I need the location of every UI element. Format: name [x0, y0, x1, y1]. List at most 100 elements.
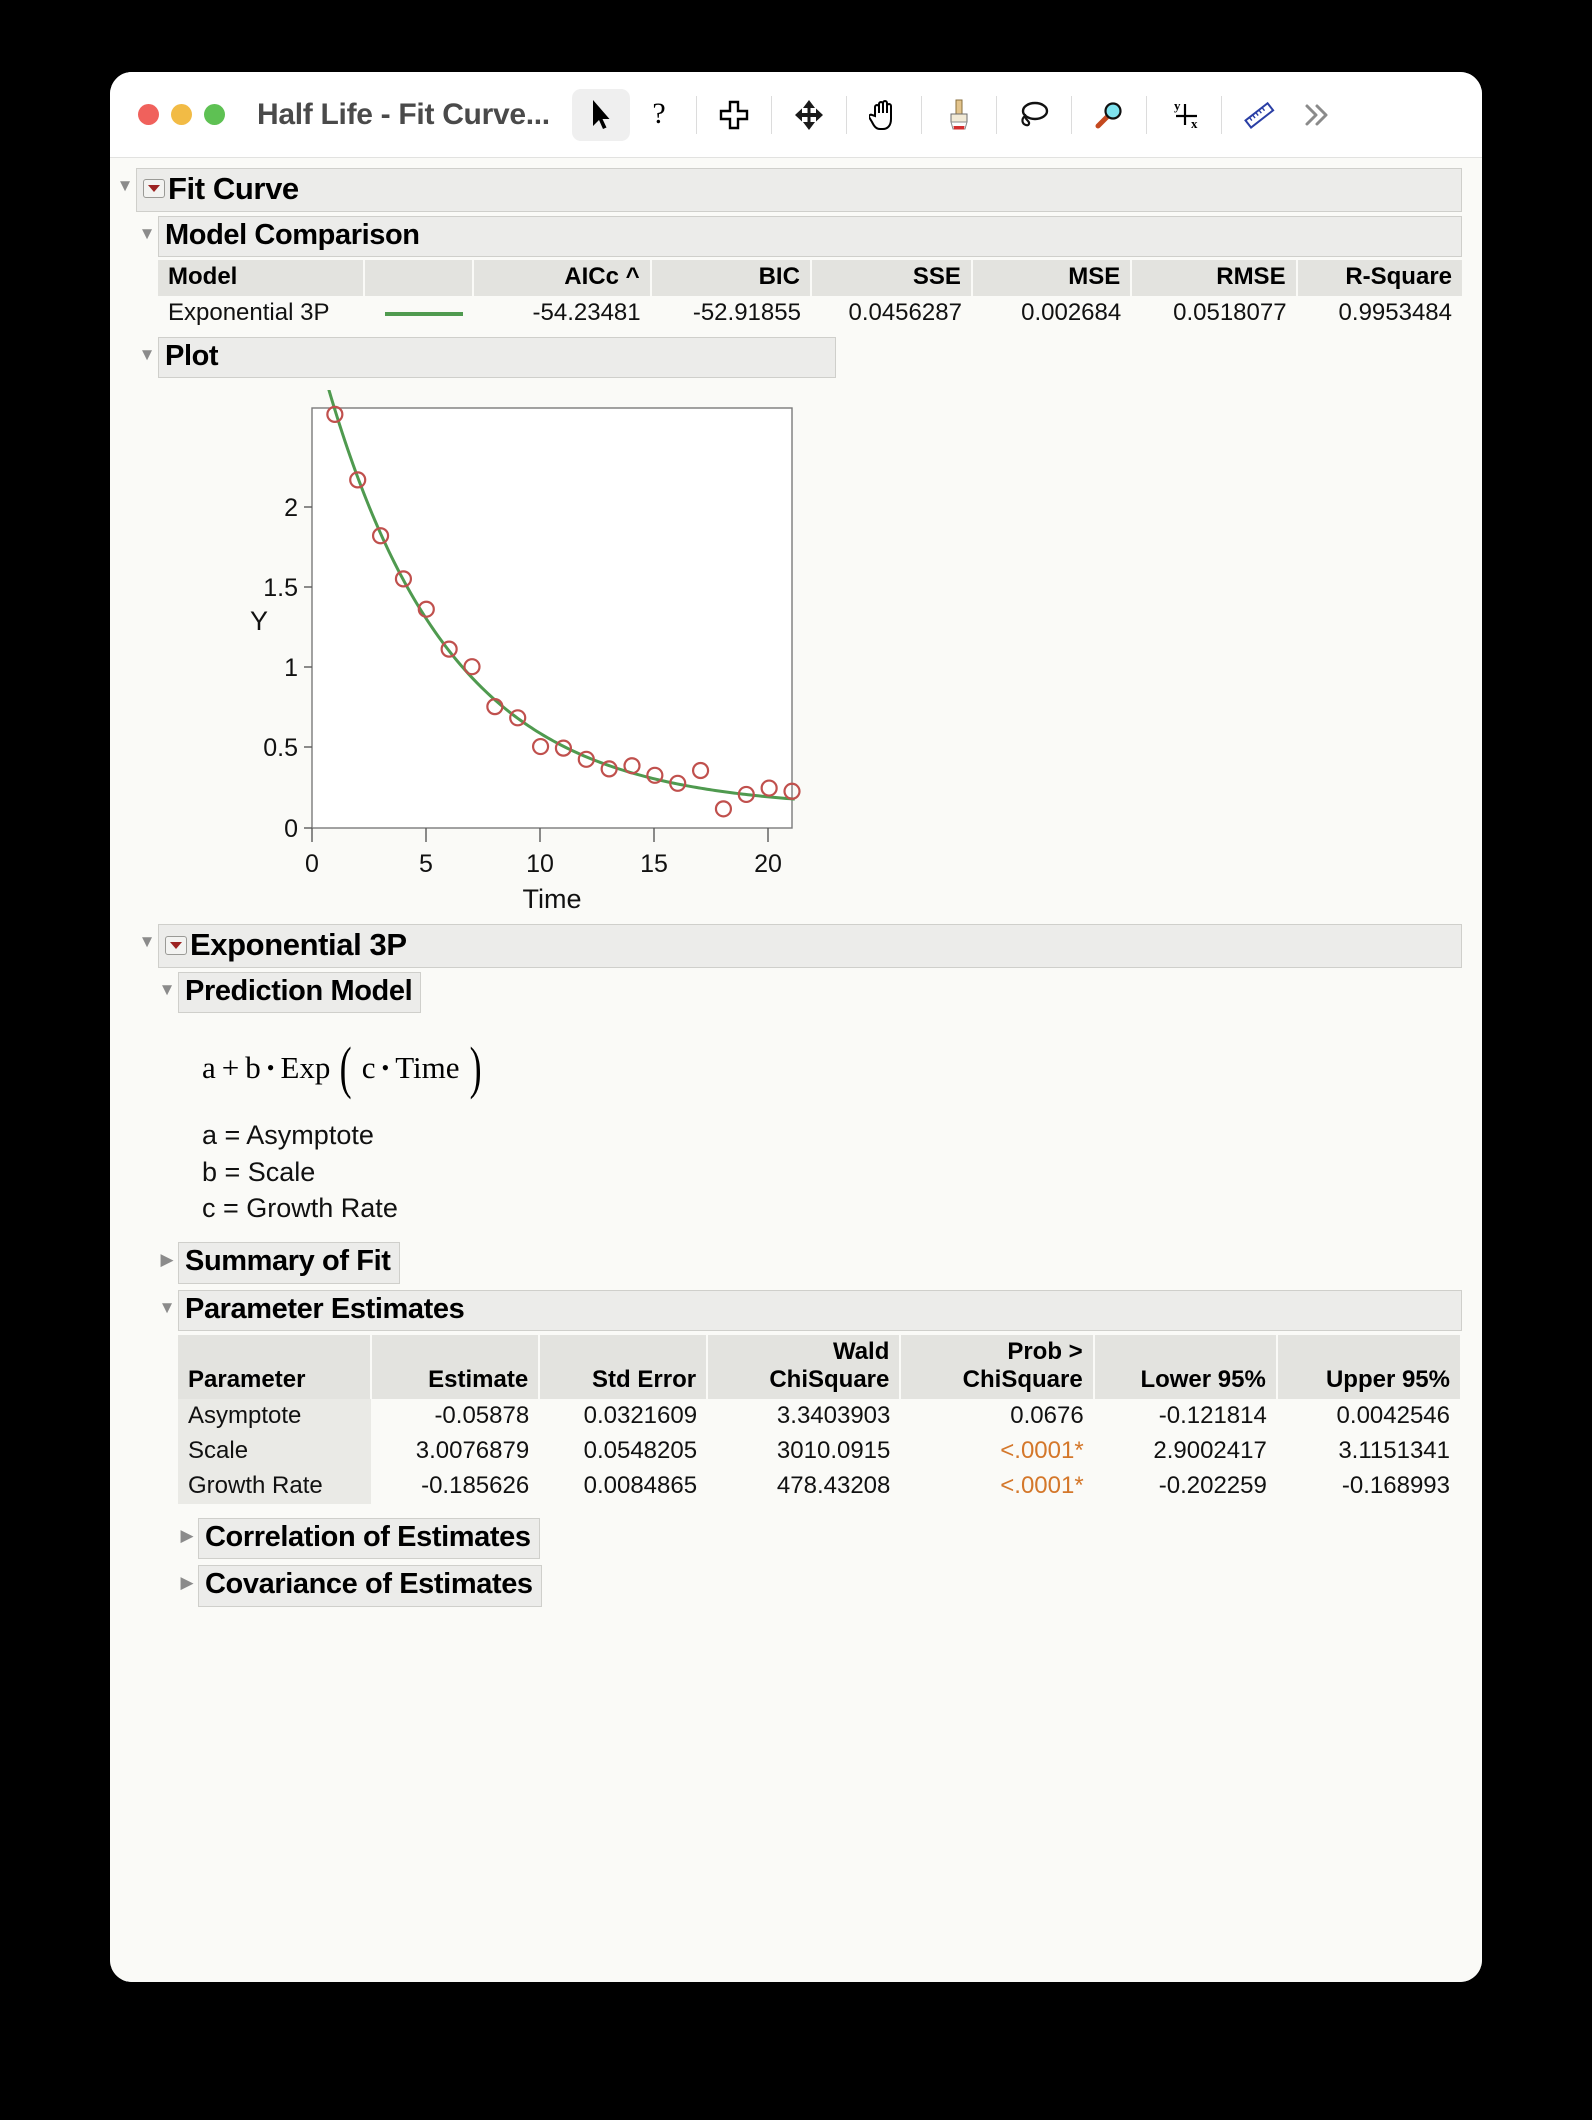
svg-text:20: 20 [754, 850, 782, 878]
cell-parameter: Scale [178, 1434, 372, 1470]
parameter-estimates-bar[interactable]: Parameter Estimates [178, 1289, 1462, 1332]
col-bic[interactable]: BIC [649, 259, 811, 296]
disclosure-triangle-plot[interactable]: ▼ [136, 337, 158, 363]
col-upper95-label: Upper 95% [1325, 1366, 1450, 1394]
cell-estimate: -0.185626 [371, 1469, 540, 1505]
question-help-tool[interactable]: ? [630, 89, 688, 141]
correlation-of-estimates-bar[interactable]: Correlation of Estimates [198, 1518, 540, 1560]
col-sse[interactable]: SSE [809, 259, 972, 296]
col-std-error[interactable]: Std Error [538, 1335, 708, 1400]
window-titlebar: Half Life - Fit Curve... ? y x [110, 72, 1482, 158]
definition-c: c = Growth Rate [202, 1192, 398, 1223]
col-rsquare[interactable]: R-Square [1295, 259, 1462, 296]
plot-bar[interactable]: Plot [158, 336, 836, 379]
definition-b: b = Scale [202, 1156, 316, 1187]
svg-text:2: 2 [284, 494, 298, 522]
cell-upper95: -0.168993 [1276, 1469, 1460, 1505]
formula-part-b: b [245, 1050, 261, 1086]
col-parameter-label: Parameter [188, 1366, 306, 1394]
magnifier-tool[interactable] [1080, 89, 1138, 141]
table-row[interactable]: Growth Rate -0.185626 0.0084865 478.4320… [178, 1469, 1460, 1505]
zoom-window-button[interactable] [204, 104, 225, 125]
disclosure-triangle-summary-of-fit[interactable]: ▶ [156, 1242, 178, 1268]
disclosure-triangle-model-comparison[interactable]: ▼ [136, 216, 158, 242]
prediction-model-formula: a + b • Exp ( c • Time ) [202, 1035, 1482, 1101]
cell-estimate: 3.0076879 [371, 1434, 540, 1470]
disclosure-triangle-exponential-3p[interactable]: ▼ [136, 924, 158, 950]
table-row[interactable]: Scale 3.0076879 0.0548205 3010.0915 <.00… [178, 1434, 1460, 1470]
crosshair-plus-tool[interactable] [705, 89, 763, 141]
x-tick-labels: 0 5 10 15 20 [305, 850, 782, 878]
col-estimate-label: Estimate [428, 1366, 529, 1394]
svg-text:0.5: 0.5 [263, 734, 298, 762]
toolbar-separator [770, 95, 772, 134]
x-axis [311, 828, 769, 843]
move-arrows-tool[interactable] [780, 89, 838, 141]
col-upper95[interactable]: Upper 95% [1275, 1335, 1460, 1400]
yx-crosshair-tool[interactable]: y x [1155, 89, 1213, 141]
toolbar-separator [695, 95, 697, 134]
col-estimate[interactable]: Estimate [370, 1335, 540, 1400]
svg-text:15: 15 [640, 850, 668, 878]
formula-part-dot2: • [381, 1055, 390, 1081]
parameter-definitions: a = Asymptote b = Scale c = Growth Rate [202, 1117, 1482, 1226]
col-model[interactable]: Model [158, 259, 365, 296]
disclosure-triangle-parameter-estimates[interactable]: ▼ [156, 1290, 178, 1316]
model-comparison-bar[interactable]: Model Comparison [158, 215, 1462, 257]
col-parameter[interactable]: Parameter [178, 1335, 372, 1400]
traffic-lights [138, 104, 225, 125]
col-lower95-label: Lower 95% [1140, 1366, 1266, 1394]
cell-lower95: -0.121814 [1093, 1399, 1277, 1435]
disclosure-triangle-covariance-of-estimates[interactable]: ▶ [176, 1565, 198, 1591]
col-mse[interactable]: MSE [970, 259, 1132, 296]
exponential-3p-bar[interactable]: Exponential 3P [158, 924, 1462, 968]
table-row[interactable]: Asymptote -0.05878 0.0321609 3.3403903 0… [178, 1399, 1460, 1435]
hand-grabber-tool[interactable] [855, 89, 913, 141]
col-prob-chisquare[interactable]: Prob > ChiSquare [899, 1335, 1094, 1400]
cell-std-error: 0.0084865 [539, 1469, 708, 1505]
covariance-of-estimates-bar[interactable]: Covariance of Estimates [198, 1565, 542, 1607]
col-wald-line2: ChiSquare [769, 1366, 890, 1394]
outline-summary-of-fit: ▶ Summary of Fit [156, 1242, 536, 1284]
outline-fit-curve: ▼ Fit Curve [114, 168, 1462, 212]
overflow-chevrons[interactable] [1288, 89, 1346, 141]
minimize-window-button[interactable] [171, 104, 192, 125]
summary-of-fit-bar[interactable]: Summary of Fit [178, 1242, 400, 1284]
formula-part-exp: Exp [280, 1050, 331, 1086]
disclosure-triangle-prediction-model[interactable]: ▼ [156, 972, 178, 998]
cell-estimate: -0.05878 [371, 1399, 540, 1435]
svg-text:x: x [1191, 116, 1198, 131]
svg-text:?: ? [652, 98, 665, 130]
paintbrush-tool[interactable] [930, 89, 988, 141]
prediction-model-bar[interactable]: Prediction Model [178, 971, 422, 1014]
cell-prob-chisquare: 0.0676 [900, 1399, 1094, 1435]
cell-rsquare: 0.9953484 [1296, 295, 1462, 331]
fit-curve-plot[interactable]: 0 0.5 1 1.5 2 Y 0 5 10 15 20 Time [222, 390, 1482, 920]
cell-lower95: -0.202259 [1093, 1469, 1277, 1505]
ruler-annotate-tool[interactable] [1230, 89, 1288, 141]
arrow-select-tool[interactable] [571, 88, 630, 141]
outline-covariance-of-estimates: ▶ Covariance of Estimates [176, 1565, 676, 1607]
outline-prediction-model: ▼ Prediction Model [156, 971, 576, 1014]
col-lower95[interactable]: Lower 95% [1092, 1335, 1277, 1400]
formula-paren-close: ) [469, 1035, 482, 1101]
col-rmse[interactable]: RMSE [1130, 259, 1297, 296]
plot-svg: 0 0.5 1 1.5 2 Y 0 5 10 15 20 Time [250, 390, 801, 914]
cell-mse: 0.002684 [971, 295, 1132, 331]
fit-curve-bar[interactable]: Fit Curve [136, 168, 1462, 212]
outline-model-comparison: ▼ Model Comparison [136, 215, 1462, 257]
cell-parameter: Growth Rate [178, 1469, 372, 1505]
disclosure-triangle-fit-curve[interactable]: ▼ [114, 168, 136, 194]
red-triangle-menu-fit-curve[interactable] [143, 179, 165, 199]
cell-std-error: 0.0548205 [539, 1434, 708, 1470]
svg-text:5: 5 [419, 850, 433, 878]
lasso-tool[interactable] [1005, 89, 1063, 141]
col-wald-chisquare[interactable]: Wald ChiSquare [706, 1335, 901, 1400]
disclosure-triangle-correlation-of-estimates[interactable]: ▶ [176, 1518, 198, 1544]
close-window-button[interactable] [138, 104, 159, 125]
formula-part-a: a [202, 1050, 216, 1086]
col-aicc[interactable]: AICc ^ [471, 259, 651, 296]
toolbar-separator [920, 95, 922, 134]
table-row[interactable]: Exponential 3P -54.23481 -52.91855 0.045… [158, 295, 1462, 331]
red-triangle-menu-exponential-3p[interactable] [165, 935, 187, 955]
